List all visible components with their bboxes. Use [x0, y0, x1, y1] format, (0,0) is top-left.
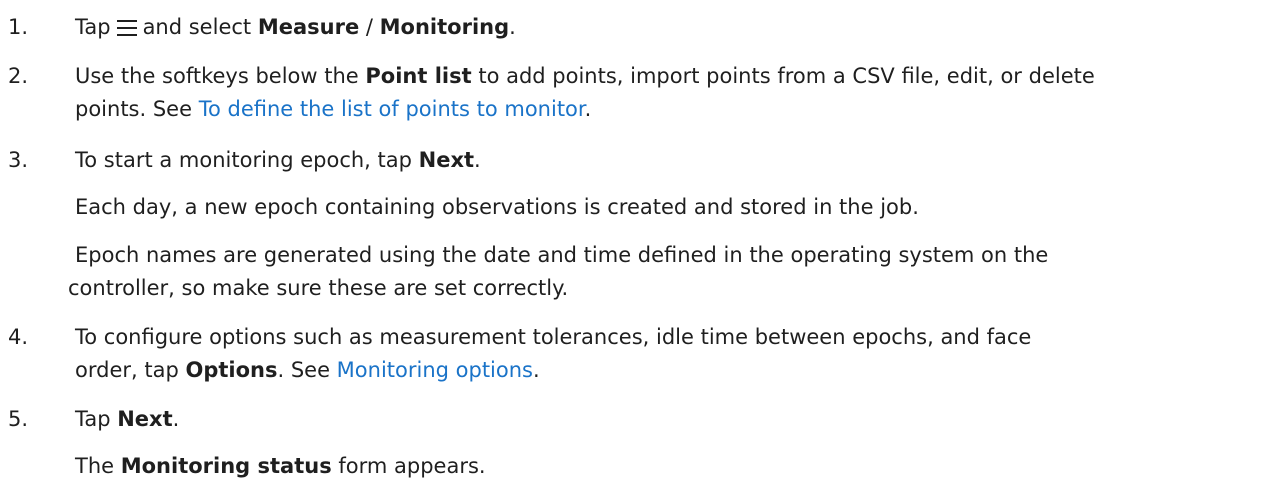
step-text-pre: points. See	[75, 97, 199, 121]
define-points-link[interactable]: To define the list of points to monitor	[199, 97, 585, 121]
step-text: Tap and select Measure / Monitoring.	[75, 12, 1253, 42]
step-text-pre: To start a monitoring epoch, tap	[75, 148, 419, 172]
step-number: 4.	[8, 325, 29, 349]
status-text-pre: The	[75, 454, 121, 478]
hamburger-menu-icon[interactable]	[116, 20, 137, 36]
next-label: Next	[117, 407, 173, 431]
step-text-pre: Use the softkeys below the	[75, 64, 366, 88]
epoch-names-line-2: controller, so make sure these are set c…	[68, 276, 569, 300]
period: .	[172, 407, 180, 431]
monitoring-status-label: Monitoring status	[120, 454, 332, 478]
epoch-paragraph: Each day, a new epoch containing observa…	[75, 195, 919, 219]
measure-label: Measure	[257, 15, 360, 39]
step-text-mid: and select	[142, 15, 252, 39]
step-text-line-2: order, tap Options. See Monitoring optio…	[75, 355, 1253, 385]
step-text-mid: . See	[277, 358, 337, 382]
next-label: Next	[418, 148, 475, 172]
step-number: 5.	[8, 407, 29, 431]
step-text-post: to add points, import points from a CSV …	[471, 64, 1095, 88]
step-number: 1.	[8, 15, 29, 39]
step-text: To start a monitoring epoch, tap Next.	[75, 145, 1253, 175]
point-list-label: Point list	[365, 64, 472, 88]
epoch-names-line-1: Epoch names are generated using the date…	[75, 243, 1049, 267]
step-text: Tap Next.	[75, 404, 1253, 434]
step-text-line-1: Use the softkeys below the Point list to…	[75, 61, 1253, 91]
status-paragraph: The Monitoring status form appears.	[75, 451, 1253, 481]
period: .	[533, 358, 540, 382]
period: .	[509, 15, 516, 39]
step-text-pre: order, tap	[75, 358, 186, 382]
options-label: Options	[185, 358, 278, 382]
step-text-pre: Tap	[75, 15, 111, 39]
period: .	[584, 97, 592, 121]
step-text-pre: Tap	[75, 407, 118, 431]
step-text-line-2: points. See To define the list of points…	[75, 94, 1253, 124]
step-text-line-1: To configure options such as measurement…	[75, 325, 1032, 349]
period: .	[474, 148, 481, 172]
monitoring-options-link[interactable]: Monitoring options	[337, 358, 533, 382]
monitoring-label: Monitoring	[379, 15, 510, 39]
step-number: 2.	[8, 64, 29, 88]
step-number: 3.	[8, 148, 29, 172]
separator: /	[359, 15, 380, 39]
status-text-post: form appears.	[331, 454, 486, 478]
